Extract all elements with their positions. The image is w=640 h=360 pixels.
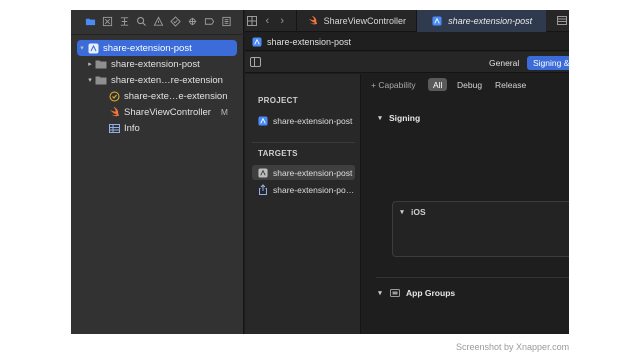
app-groups-label: App Groups — [406, 288, 456, 298]
tree-item-label: share-extension-post — [103, 42, 192, 54]
target-list-item[interactable]: share-extension-post — [252, 165, 355, 180]
project-navigator: ▾ share-extension-post ▸ share-extension… — [71, 10, 244, 334]
chevron-down-icon: ▾ — [400, 209, 404, 216]
tab-label: share-extension-post — [448, 15, 533, 26]
tree-item-label: share-exte…e-extension — [124, 90, 228, 102]
chevron-down-icon: ▾ — [378, 290, 382, 297]
swift-icon — [307, 15, 319, 27]
forward-chevron-icon[interactable]: › — [275, 15, 290, 27]
capability-filter-bar: + Capability All Debug Release — [362, 74, 569, 94]
folder-icon[interactable] — [84, 15, 97, 28]
tab-shareviewcontroller[interactable]: ShareViewController — [295, 10, 416, 32]
folder-icon — [95, 58, 107, 70]
tab-label: ShareViewController — [323, 15, 407, 26]
swift-icon — [108, 106, 120, 118]
chevron-down-icon[interactable]: ▾ — [77, 44, 87, 52]
folder-icon — [95, 74, 107, 86]
jump-bar-label: share-extension-post — [267, 36, 352, 47]
project-icon — [257, 115, 269, 127]
table-icon[interactable] — [554, 16, 569, 25]
project-section-header: PROJECT — [258, 96, 298, 105]
tab-signing-capabilities[interactable]: Signing & — [527, 56, 569, 70]
chevron-right-icon[interactable]: ▸ — [85, 60, 95, 68]
tab-bar: ‹ › ShareViewController share-extension-… — [245, 10, 569, 32]
signing-section-header[interactable]: ▾ Signing — [376, 113, 420, 123]
back-chevron-icon[interactable]: ‹ — [260, 15, 275, 27]
watermark: Screenshot by Xnapper.com — [456, 342, 570, 352]
targets-sidebar: PROJECT share-extension-post TARGETS sha… — [245, 74, 361, 334]
project-icon — [87, 42, 99, 54]
tree-item-file[interactable]: ShareViewController M — [108, 104, 236, 120]
tree-item-label: ShareViewController — [124, 106, 211, 118]
tree-item-label: share-extension-post — [111, 58, 200, 70]
tab-general[interactable]: General — [483, 56, 525, 70]
tree-item-folder[interactable]: ▸ share-extension-post — [85, 56, 245, 72]
signing-label: Signing — [389, 113, 421, 123]
symbol-icon[interactable] — [118, 15, 131, 28]
ios-section-header[interactable]: ▾ iOS — [398, 207, 426, 217]
tree-item-label: Info — [124, 122, 140, 134]
plist-icon — [108, 122, 120, 134]
filter-all[interactable]: All — [428, 78, 448, 91]
grid-icon[interactable] — [245, 15, 260, 26]
target-list-item[interactable]: share-extension-po… — [252, 182, 355, 197]
project-item-label: share-extension-post — [273, 115, 353, 126]
app-target-icon — [257, 167, 269, 179]
add-capability-button[interactable]: + Capability — [366, 78, 421, 91]
tree-item-label: share-exten…re-extension — [111, 74, 223, 86]
app-groups-icon — [389, 287, 401, 299]
navigator-divider — [71, 34, 244, 35]
tab-project[interactable]: share-extension-post — [416, 10, 547, 32]
search-icon[interactable] — [135, 15, 148, 28]
chevron-down-icon: ▾ — [378, 115, 382, 122]
breakpoint-icon[interactable] — [203, 15, 216, 28]
debug-icon[interactable] — [186, 15, 199, 28]
report-icon[interactable] — [220, 15, 233, 28]
entitlements-icon — [108, 90, 120, 102]
ios-label: iOS — [411, 207, 426, 217]
signing-capabilities-content: + Capability All Debug Release ▾ Signing… — [362, 74, 569, 334]
editor-area: ‹ › ShareViewController share-extension-… — [245, 10, 569, 334]
tree-item-file[interactable]: Info — [108, 120, 268, 136]
filter-release[interactable]: Release — [490, 78, 531, 91]
divider — [252, 142, 355, 143]
project-list-item[interactable]: share-extension-post — [252, 113, 355, 128]
tree-item-file[interactable]: share-exte…e-extension — [108, 88, 268, 104]
test-diamond-icon[interactable] — [169, 15, 182, 28]
project-icon — [251, 36, 263, 48]
chevron-down-icon[interactable]: ▾ — [85, 76, 95, 84]
source-control-icon[interactable] — [101, 15, 114, 28]
tree-item-project[interactable]: ▾ share-extension-post — [77, 40, 237, 56]
tree-item-folder[interactable]: ▾ share-exten…re-extension — [85, 72, 245, 88]
issue-warning-icon[interactable] — [152, 15, 165, 28]
sidebar-toggle-icon[interactable] — [250, 57, 261, 67]
filter-debug[interactable]: Debug — [452, 78, 487, 91]
target-label: share-extension-post — [273, 167, 353, 178]
xcode-window: ▾ share-extension-post ▸ share-extension… — [71, 10, 569, 334]
share-extension-icon — [257, 184, 269, 196]
jump-bar[interactable]: share-extension-post — [245, 33, 569, 51]
project-icon — [431, 15, 443, 27]
app-groups-section-header[interactable]: ▾ App Groups — [376, 287, 455, 299]
modified-badge: M — [220, 107, 228, 117]
navigator-toolbar — [71, 10, 244, 32]
divider — [376, 277, 569, 278]
target-label: share-extension-po… — [273, 184, 355, 195]
targets-section-header: TARGETS — [258, 149, 298, 158]
ios-signing-panel: ▾ iOS — [392, 201, 569, 257]
settings-segment-bar: General Signing & — [245, 52, 569, 73]
